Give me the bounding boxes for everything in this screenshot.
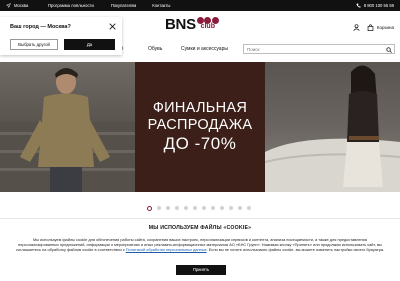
banner-photo-right [264,62,400,192]
banner-line-2: РАСПРОДАЖА [147,117,253,133]
top-links: Программа лояльности Покупателям Контакт… [48,3,170,8]
slider-dot[interactable] [229,206,233,210]
choose-other-city-button[interactable]: Выбрать другой [10,39,58,50]
promo-banner[interactable]: ФИНАЛЬНАЯ РАСПРОДАЖА ДО -70% [0,62,400,192]
loyalty-program-link[interactable]: Программа лояльности [48,3,94,8]
search-icon[interactable] [386,46,392,53]
accept-cookies-button[interactable]: Принять [176,265,226,275]
cart-button[interactable]: Корзина [367,24,394,31]
location-arrow-icon [6,2,11,8]
location-selector[interactable]: Москва [6,3,28,8]
privacy-policy-link[interactable]: Политикой обработки персональных данных [126,247,207,252]
slider-dot[interactable] [193,206,197,210]
banner-line-3: ДО -70% [163,134,237,153]
nav-item-shoes[interactable]: Обувь [148,46,162,52]
logo[interactable]: BNS club [165,17,219,32]
slider-dot[interactable] [220,206,224,210]
top-bar: Москва Программа лояльности Покупателям … [0,0,400,11]
confirm-city-button[interactable]: Да [64,39,115,50]
banner-photo-left [0,62,135,192]
slider-dot[interactable] [238,206,242,210]
banner-text: ФИНАЛЬНАЯ РАСПРОДАЖА ДО -70% [135,100,265,154]
phone-contact[interactable]: 8 800 100 55 59 [356,3,394,8]
cart-icon [367,24,374,31]
city-confirm-popup: Ваш город — Москва? Выбрать другой Да [0,17,122,55]
cart-label: Корзина [376,25,394,30]
slider-dot[interactable] [202,206,206,210]
cookie-title: МЫ ИСПОЛЬЗУЕМ ФАЙЛЫ «COOKIE» [148,225,252,231]
slider-dot[interactable] [247,206,251,210]
city-question: Ваш город — Москва? [10,24,71,30]
slider-pagination [147,205,251,211]
user-icon[interactable] [353,24,360,31]
slider-dot[interactable] [157,206,161,210]
phone-icon [356,3,361,8]
logo-club-mark: club [196,17,219,31]
slider-dot[interactable] [184,206,188,210]
slider-dot[interactable] [166,206,170,210]
search-placeholder: Поиск [247,47,260,52]
banner-line-1: ФИНАЛЬНАЯ [152,100,248,116]
close-icon[interactable] [109,23,116,30]
customers-link[interactable]: Покупателям [111,3,136,8]
cookie-text: Мы используем файлы cookie для обеспечен… [14,237,386,253]
location-label: Москва [14,2,29,8]
slider-dot[interactable] [175,206,179,210]
search-input[interactable]: Поиск [243,44,395,54]
cookie-text-part-2: . Если вы не хотите использовать файлы c… [206,247,385,253]
logo-text: BNS [165,16,196,33]
contacts-link[interactable]: Контакты [152,3,170,8]
cookie-banner: МЫ ИСПОЛЬЗУЕМ ФАЙЛЫ «COOKIE» Мы использу… [0,218,400,281]
phone-number: 8 800 100 55 59 [363,2,394,8]
slider-dot[interactable] [211,206,215,210]
nav-item-bags-accessories[interactable]: Сумки и аксессуары [181,46,228,52]
slider-dot[interactable] [147,205,152,211]
logo-sub-text: club [200,23,215,30]
